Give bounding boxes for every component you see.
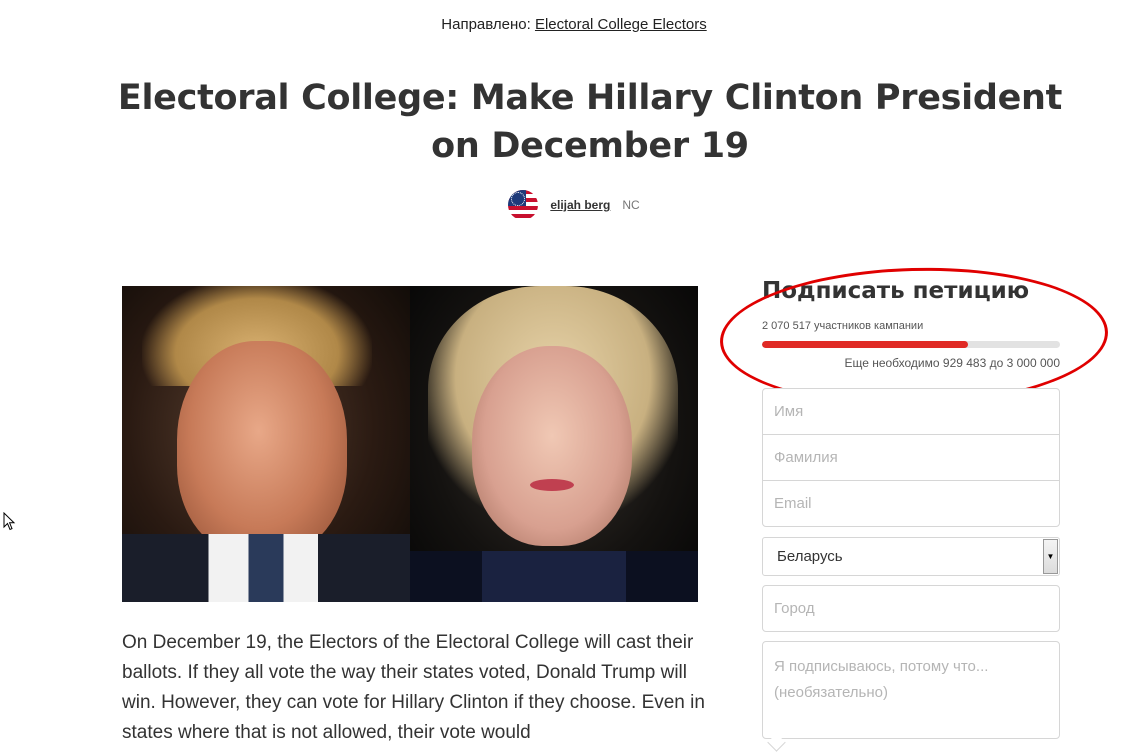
country-select[interactable]: Беларусь ▼ (762, 537, 1060, 576)
first-name-input[interactable] (762, 388, 1060, 435)
author-line: elijah berg NC (0, 190, 1148, 220)
petition-story: On December 19, the Electors of the Elec… (122, 632, 705, 743)
remaining-signatures: Еще необходимо 929 483 до 3 000 000 (844, 356, 1060, 370)
petition-photo (122, 286, 698, 602)
supporters-count: 2 070 517 участников кампании (762, 320, 924, 332)
progress-bar-fill (762, 341, 968, 348)
author-name-link[interactable]: elijah berg (550, 198, 610, 212)
sign-petition-heading: Подписать петицию (762, 278, 1030, 304)
photo-left-portrait (122, 286, 410, 602)
reason-textarea[interactable] (762, 641, 1060, 739)
country-select-value: Беларусь (777, 548, 843, 565)
directed-label: Направлено: (441, 16, 531, 33)
progress-bar (762, 341, 1060, 348)
directed-to: Направлено: Electoral College Electors (0, 16, 1148, 33)
photo-right-portrait (410, 286, 698, 602)
city-input[interactable] (762, 585, 1060, 632)
petition-title: Electoral College: Make Hillary Clinton … (117, 78, 1063, 166)
email-input[interactable] (762, 480, 1060, 527)
author-location: NC (622, 198, 640, 212)
mouse-pointer-icon (3, 512, 16, 531)
last-name-input[interactable] (762, 434, 1060, 481)
directed-target-link[interactable]: Electoral College Electors (535, 16, 707, 33)
us-flag-avatar-icon (508, 190, 539, 220)
dropdown-arrow-icon[interactable]: ▼ (1043, 539, 1058, 574)
